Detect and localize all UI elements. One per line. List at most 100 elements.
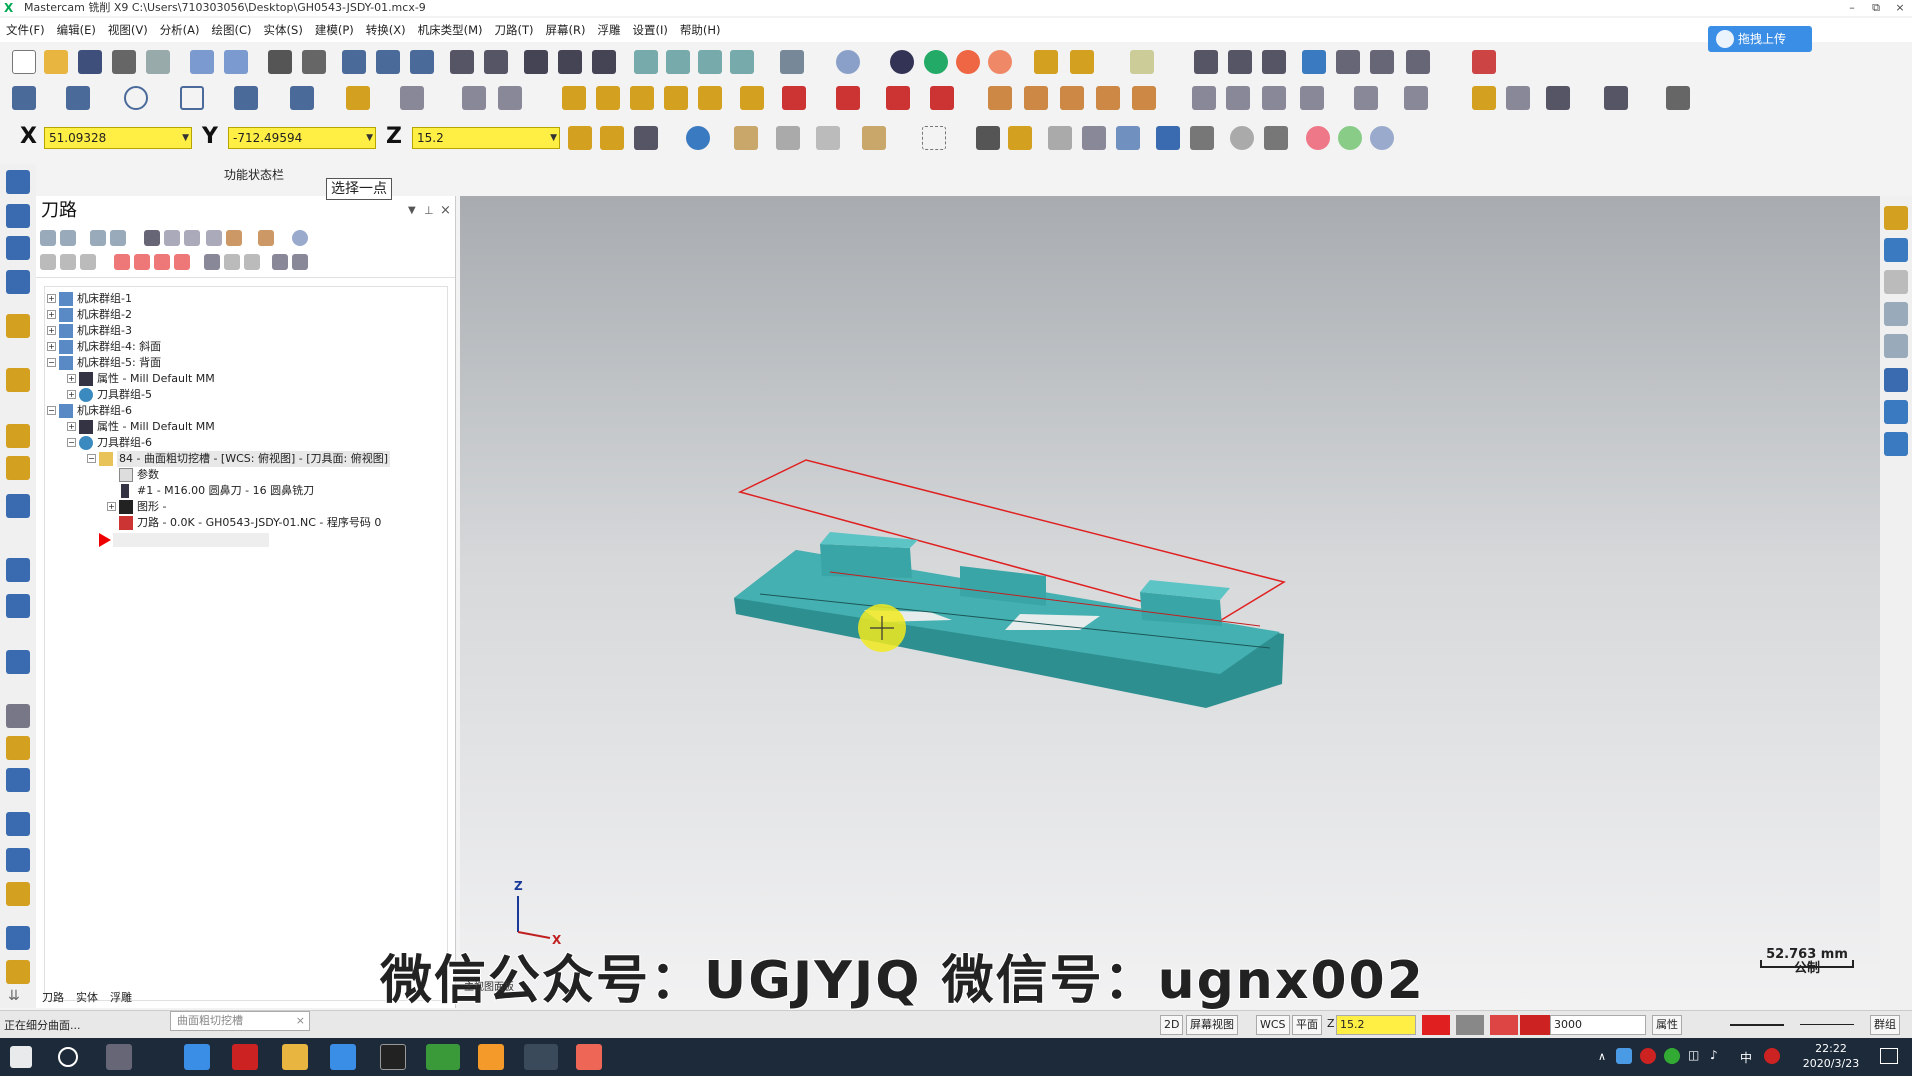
backface-icon[interactable]	[988, 50, 1012, 74]
level-input[interactable]: 3000	[1550, 1015, 1646, 1035]
surface-rough-icon[interactable]	[6, 368, 30, 392]
select-only-icon[interactable]	[776, 126, 800, 150]
expand-icon[interactable]: +	[47, 326, 56, 335]
select-all-ops-icon[interactable]	[40, 230, 56, 246]
translate-icon[interactable]	[562, 86, 586, 110]
line-width-icon[interactable]	[1070, 50, 1094, 74]
sogou-icon[interactable]	[1764, 1048, 1780, 1064]
app-icon[interactable]	[478, 1044, 504, 1070]
arc-icon[interactable]	[234, 86, 258, 110]
g1-icon[interactable]	[206, 230, 222, 246]
iso-view-icon[interactable]	[730, 50, 754, 74]
section-icon[interactable]	[1354, 86, 1378, 110]
array-icon[interactable]	[836, 86, 860, 110]
edge-select-icon[interactable]	[1116, 126, 1140, 150]
solid-view-icon[interactable]	[1300, 86, 1324, 110]
collapse-icon[interactable]: −	[47, 406, 56, 415]
chevron-down-icon[interactable]: ▼	[366, 128, 373, 148]
menu-file[interactable]: 文件(F)	[0, 18, 51, 42]
machine-def-icon[interactable]	[1472, 50, 1496, 74]
line-style-selector[interactable]	[1730, 1024, 1784, 1026]
break-icon[interactable]	[498, 86, 522, 110]
restore-button[interactable]: ⧉	[1866, 0, 1886, 16]
expand-icon[interactable]: +	[67, 390, 76, 399]
regen-dirty-icon[interactable]	[110, 230, 126, 246]
print-preview-icon[interactable]	[146, 50, 170, 74]
point-icon[interactable]	[12, 86, 36, 110]
high-feed-icon[interactable]	[258, 230, 274, 246]
task-view-icon[interactable]	[106, 1044, 132, 1070]
line-icon[interactable]	[66, 86, 90, 110]
horizontal-dimension-icon[interactable]	[1546, 86, 1570, 110]
pan-icon[interactable]	[558, 50, 582, 74]
layer-icon[interactable]	[1404, 86, 1428, 110]
tree-item-machine-group-1[interactable]: + 机床群组-1	[45, 291, 445, 307]
move-down-icon[interactable]	[114, 254, 130, 270]
layers-icon[interactable]	[1884, 400, 1908, 424]
note-icon[interactable]	[1506, 86, 1530, 110]
menu-settings[interactable]: 设置(I)	[626, 18, 673, 42]
x-coordinate-input[interactable]: 51.09328 ▼	[44, 127, 192, 149]
app-icon[interactable]	[184, 1044, 210, 1070]
table-icon[interactable]	[1024, 86, 1048, 110]
rectangle-select-icon[interactable]	[922, 126, 946, 150]
cube-icon[interactable]	[1262, 86, 1286, 110]
sphere-icon[interactable]	[836, 50, 860, 74]
verify-ops-icon[interactable]	[164, 230, 180, 246]
vertical-dimension-icon[interactable]	[1604, 86, 1628, 110]
powerpoint-icon[interactable]	[576, 1044, 602, 1070]
report-icon[interactable]	[1336, 50, 1360, 74]
info-panel-icon[interactable]	[1884, 368, 1908, 392]
dynamic-rotate-icon[interactable]	[592, 50, 616, 74]
chevron-down-icon[interactable]: ▼	[182, 128, 189, 148]
mirror-icon[interactable]	[630, 86, 654, 110]
unzoom-icon[interactable]	[450, 50, 474, 74]
toolpath-refresh-icon[interactable]	[1884, 238, 1908, 262]
expand-icon[interactable]: +	[47, 294, 56, 303]
window-select-icon[interactable]	[862, 126, 886, 150]
zoom-window-icon[interactable]	[342, 50, 366, 74]
panel-dropdown-icon[interactable]: ▼	[408, 196, 416, 226]
task-chip[interactable]: 曲面粗切挖槽 ×	[170, 1011, 310, 1031]
tab-toolpaths[interactable]: 刀路	[36, 988, 70, 1008]
tree-item-geometry[interactable]: + 图形 -	[45, 499, 445, 515]
wireframe-toolpath-icon[interactable]	[6, 768, 30, 792]
select-all-icon[interactable]	[734, 126, 758, 150]
ime-indicator[interactable]: 中	[1740, 1049, 1752, 1066]
collapse-icon[interactable]	[292, 254, 308, 270]
level-icon[interactable]	[1520, 1015, 1550, 1035]
settings-icon[interactable]	[1302, 50, 1326, 74]
circle-mill-icon[interactable]	[6, 812, 30, 836]
tab-solids[interactable]: 实体	[70, 988, 104, 1008]
surface-high-speed-icon[interactable]	[6, 456, 30, 480]
plane-icon[interactable]	[1226, 86, 1250, 110]
transform-toolpath-icon[interactable]	[6, 558, 30, 582]
tree-item-machine-group-3[interactable]: + 机床群组-3	[45, 323, 445, 339]
surface-icon[interactable]	[400, 86, 424, 110]
shaded-solid-icon[interactable]	[924, 50, 948, 74]
mode-2d-button[interactable]: 2D	[1160, 1015, 1184, 1035]
rotate-view-icon[interactable]	[1884, 302, 1908, 326]
level-manager-icon[interactable]	[1884, 432, 1908, 456]
tray-icon[interactable]	[1616, 1048, 1632, 1064]
collapse-icon[interactable]: −	[87, 454, 96, 463]
cloud-app-icon[interactable]	[330, 1044, 356, 1070]
line-width-selector[interactable]	[1800, 1024, 1854, 1025]
facing-icon[interactable]	[6, 314, 30, 338]
volume-icon[interactable]: ♪	[1710, 1048, 1718, 1062]
undo-icon[interactable]	[190, 50, 214, 74]
menu-screen[interactable]: 屏幕(R)	[540, 18, 592, 42]
surface-finish-icon[interactable]	[6, 424, 30, 448]
solid-select-icon[interactable]	[1008, 126, 1032, 150]
tree-item-parameters[interactable]: 参数	[45, 467, 445, 483]
tab-art[interactable]: 浮雕	[104, 988, 138, 1008]
collapse-icon[interactable]: −	[47, 358, 56, 367]
new-file-icon[interactable]	[12, 50, 36, 74]
expand-icon[interactable]: +	[67, 374, 76, 383]
pointer-icon[interactable]	[976, 126, 1000, 150]
project-icon[interactable]	[740, 86, 764, 110]
layer-color-icon[interactable]	[1490, 1015, 1518, 1035]
menu-model[interactable]: 建模(P)	[309, 18, 360, 42]
ok-icon[interactable]	[1338, 126, 1362, 150]
rectangle-icon[interactable]	[180, 86, 204, 110]
